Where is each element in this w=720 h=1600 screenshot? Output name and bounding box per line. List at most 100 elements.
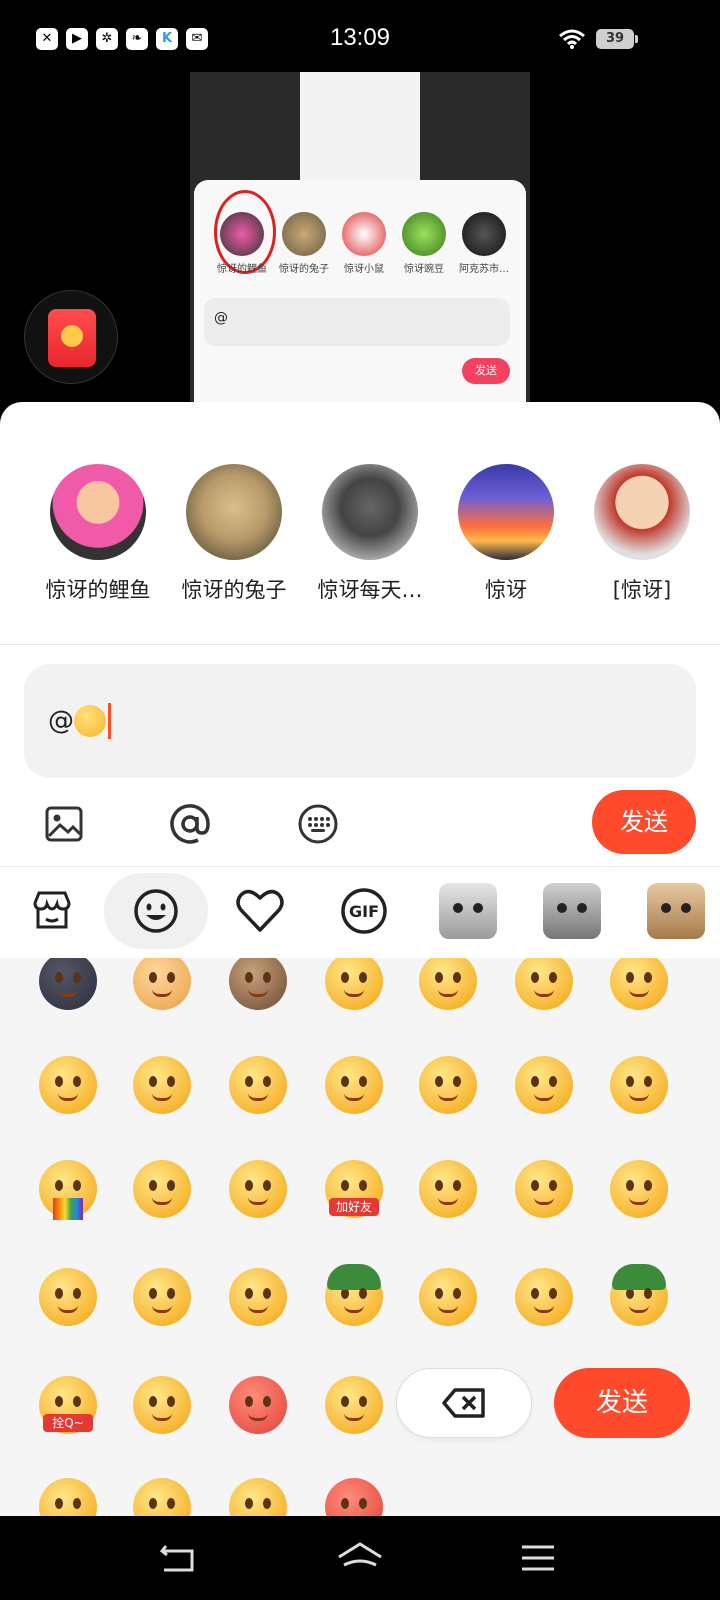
emoji-grin[interactable] (229, 1268, 287, 1326)
background-content: 惊讶的鲤鱼 惊讶的兔子 惊讶小鼠 惊讶豌豆 阿克苏市… @ 发送 (0, 72, 720, 402)
emoji-rainbow[interactable] (39, 1160, 97, 1220)
emoji-drool[interactable] (325, 1056, 383, 1114)
backspace-button[interactable] (396, 1368, 532, 1438)
emoji-smile-2[interactable] (39, 1478, 97, 1516)
menu-button[interactable] (514, 1536, 562, 1580)
bg-avatar-label: 惊讶小鼠 (344, 264, 384, 275)
send-button[interactable]: 发送 (592, 790, 696, 854)
emoji-laugh[interactable] (419, 1268, 477, 1326)
divider (0, 644, 720, 645)
backspace-icon (442, 1388, 485, 1418)
quan-q-tag: 拴Q~ (43, 1414, 93, 1432)
emoji-hammer[interactable] (515, 1056, 573, 1114)
text-cursor (108, 703, 111, 739)
surprised-emoji-icon (74, 705, 106, 737)
mention-button[interactable] (162, 796, 218, 852)
emoji-cry[interactable] (133, 1160, 191, 1218)
status-bar: ✕ ▶ ✲ ❧ K ✉ 13:09 39 (0, 0, 720, 72)
smile-icon (134, 889, 178, 933)
system-nav-bar (0, 1516, 720, 1600)
gif-icon: GIF (341, 888, 387, 934)
emoji-sad[interactable] (39, 1268, 97, 1326)
back-button[interactable] (154, 1536, 202, 1580)
emoji-blush[interactable] (610, 958, 668, 1010)
tab-gif[interactable]: GIF (312, 873, 416, 949)
bg-avatar (220, 212, 264, 256)
sticker-label: 惊讶的鲤鱼 (45, 578, 151, 602)
emoji-category-tabs: GIF (0, 866, 720, 958)
bg-input-text: @ (214, 310, 228, 326)
input-toolbar: 发送 (0, 786, 720, 866)
tab-favorites[interactable] (208, 873, 312, 949)
home-button[interactable] (336, 1536, 384, 1580)
emoji-grid: 加好友 拴Q~ 发送 (0, 958, 720, 1516)
sticker-suggestion[interactable]: 惊讶 (440, 464, 572, 604)
bg-comment-input: @ (204, 298, 510, 346)
emoji-half-red[interactable] (229, 1376, 287, 1434)
emoji-smirk[interactable] (325, 958, 383, 1010)
cat-sticker-icon (439, 883, 497, 939)
sticker-avatar (50, 464, 146, 560)
sticker-suggestion[interactable]: [惊讶] (576, 464, 708, 604)
emoji-headband[interactable] (610, 1056, 668, 1114)
sticker-suggestion[interactable]: 惊讶每天… (304, 464, 436, 604)
sticker-suggestion-row: 惊讶的鲤鱼 惊讶的兔子 惊讶每天… 惊讶 [惊讶] (0, 464, 720, 614)
emoji-thank-q[interactable]: 拴Q~ (39, 1376, 97, 1434)
tab-cat-sticker-3[interactable] (624, 873, 720, 949)
sticker-avatar (458, 464, 554, 560)
image-button[interactable] (36, 796, 92, 852)
emoji-cover-mouth[interactable] (133, 1376, 191, 1434)
store-icon (33, 891, 71, 929)
emoji-surprised[interactable] (515, 1160, 573, 1218)
emoji-green-hat[interactable] (610, 1264, 668, 1326)
keyboard-button[interactable] (290, 796, 346, 852)
emoji-question[interactable] (133, 1478, 191, 1516)
bg-avatar-label: 惊讶的兔子 (279, 264, 329, 275)
emoji-moon[interactable] (39, 958, 97, 1010)
emoji-wow[interactable] (610, 1160, 668, 1218)
tab-store[interactable] (0, 873, 104, 949)
bg-avatar-label: 惊讶的鲤鱼 (217, 264, 267, 275)
emoji-sweat[interactable] (419, 1160, 477, 1218)
sticker-avatar (186, 464, 282, 560)
emoji-kiss[interactable] (229, 1056, 287, 1114)
emoji-send-button[interactable]: 发送 (554, 1368, 690, 1438)
emoji-angry-think[interactable] (133, 1056, 191, 1114)
emoji-think[interactable] (515, 958, 573, 1010)
battery-icon: 39 (596, 29, 638, 49)
emoji-doge[interactable] (133, 958, 191, 1010)
sticker-suggestion[interactable]: 惊讶的鲤鱼 (32, 464, 164, 604)
tab-cat-sticker-2[interactable] (520, 873, 624, 949)
bg-send-button: 发送 (462, 358, 510, 384)
comment-input[interactable]: @ (24, 664, 696, 778)
tab-cat-sticker-1[interactable] (416, 873, 520, 949)
emoji-add-friend[interactable]: 加好友 (325, 1160, 383, 1218)
background-comment-panel: 惊讶的鲤鱼 惊讶的兔子 惊讶小鼠 惊讶豌豆 阿克苏市… @ 发送 (194, 180, 526, 402)
emoji-smile[interactable] (419, 958, 477, 1010)
bg-avatar (462, 212, 506, 256)
sticker-label: 惊讶每天… (317, 578, 423, 602)
emoji-cool-hat[interactable] (325, 1264, 383, 1326)
wifi-icon (559, 29, 585, 49)
sticker-label: 惊讶的兔子 (181, 578, 287, 602)
red-packet-icon (48, 309, 96, 367)
emoji-plead[interactable] (325, 1376, 383, 1434)
emoji-meh[interactable] (133, 1268, 191, 1326)
comment-input-text: @ (48, 706, 74, 736)
comment-sheet: 惊讶的鲤鱼 惊讶的兔子 惊讶每天… 惊讶 [惊讶] @ 发送 GIF 加好友 拴… (0, 402, 720, 1516)
sticker-label: [惊讶] (612, 578, 672, 602)
emoji-angry[interactable] (325, 1478, 383, 1516)
add-friend-tag: 加好友 (329, 1198, 379, 1216)
emoji-shy[interactable] (229, 1160, 287, 1218)
home-icon (338, 1542, 382, 1567)
emoji-roll-eyes[interactable] (229, 1478, 287, 1516)
tab-emoji[interactable] (104, 873, 208, 949)
sticker-suggestion[interactable]: 惊讶的兔子 (168, 464, 300, 604)
red-packet-button[interactable] (24, 290, 118, 384)
emoji-dog[interactable] (229, 958, 287, 1010)
emoji-watermelon[interactable] (515, 1268, 573, 1326)
sticker-avatar (594, 464, 690, 560)
cat-sticker-icon (543, 883, 601, 939)
emoji-tongue[interactable] (39, 1056, 97, 1114)
emoji-star-eyes[interactable] (419, 1056, 477, 1114)
